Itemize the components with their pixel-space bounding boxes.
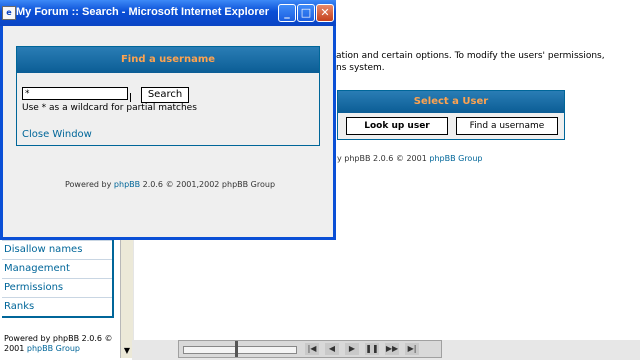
media-seek-track[interactable]	[183, 346, 297, 354]
nav-item-ranks[interactable]: Ranks	[2, 297, 112, 316]
popup-powered-suffix: 2.0.6 © 2001,2002 phpBB Group	[140, 180, 276, 189]
popup-body: Find a username * Search Use * as a wild…	[3, 26, 333, 237]
nav-item-permissions[interactable]: Permissions	[2, 278, 112, 297]
look-up-user-button[interactable]: Look up user	[346, 117, 448, 135]
username-search-input[interactable]: *	[22, 87, 128, 100]
nav-item-disallow-names[interactable]: Disallow names	[2, 240, 112, 259]
nav-powered-line: Powered by phpBB 2.0.6 ©	[4, 334, 113, 343]
nav-powered-by: Powered by phpBB 2.0.6 © 2001 phpBB Grou…	[4, 334, 113, 354]
find-username-panel: Find a username * Search Use * as a wild…	[16, 46, 320, 146]
minimize-button[interactable]: _	[278, 4, 296, 22]
window-titlebar[interactable]: e My Forum :: Search - Microsoft Interne…	[0, 0, 336, 26]
skip-forward-icon[interactable]: ▶|	[405, 343, 419, 355]
media-seek-thumb[interactable]	[235, 341, 238, 357]
pause-icon[interactable]: ❚❚	[365, 343, 379, 355]
media-player-bar: |◀ ◀ ▶ ❚❚ ▶▶ ▶|	[178, 340, 442, 358]
find-a-username-button[interactable]: Find a username	[456, 117, 558, 135]
window-title: My Forum :: Search - Microsoft Internet …	[16, 6, 270, 18]
select-user-panel: Select a User Look up user Find a userna…	[337, 90, 565, 140]
fast-forward-icon[interactable]: ▶▶	[385, 343, 399, 355]
popup-powered-by: Powered by phpBB 2.0.6 © 2001,2002 phpBB…	[65, 180, 275, 189]
nav-powered-line: 2001 phpBB Group	[4, 344, 113, 354]
rewind-icon[interactable]: ◀	[325, 343, 339, 355]
phpbb-link[interactable]: phpBB	[114, 180, 140, 189]
find-username-heading: Find a username	[17, 47, 319, 73]
mouse-cursor-icon	[130, 93, 131, 102]
play-icon[interactable]: ▶	[345, 343, 359, 355]
skip-back-icon[interactable]: |◀	[305, 343, 319, 355]
media-controls: |◀ ◀ ▶ ❚❚ ▶▶ ▶|	[305, 343, 419, 355]
maximize-button[interactable]: □	[297, 4, 315, 22]
find-username-form: * Search Use * as a wildcard for partial…	[17, 73, 319, 145]
page-description: ation and certain options. To modify the…	[336, 50, 636, 74]
nav-powered-year: 2001	[4, 344, 27, 353]
nav-scrollbar[interactable]: ▼	[120, 230, 133, 358]
nav-menu: Disallow names Management Permissions Ra…	[2, 240, 114, 318]
description-line: ns system.	[336, 63, 385, 73]
search-button[interactable]: Search	[141, 87, 189, 103]
popup-powered-prefix: Powered by	[65, 180, 114, 189]
close-window-link[interactable]: Close Window	[22, 129, 92, 140]
search-popup-window: e My Forum :: Search - Microsoft Interne…	[0, 0, 336, 240]
admin-powered-by: y phpBB 2.0.6 © 2001 phpBB Group	[337, 154, 482, 163]
phpbb-group-link[interactable]: phpBB Group	[429, 154, 482, 163]
nav-phpbb-group-link[interactable]: phpBB Group	[27, 344, 80, 353]
nav-item-management[interactable]: Management	[2, 259, 112, 278]
scroll-down-arrow-icon[interactable]: ▼	[122, 346, 132, 356]
wildcard-hint: Use * as a wildcard for partial matches	[22, 103, 197, 113]
close-button[interactable]: ✕	[316, 4, 334, 22]
select-user-heading: Select a User	[338, 91, 564, 113]
description-line: ation and certain options. To modify the…	[336, 51, 605, 61]
ie-page-icon: e	[2, 6, 16, 20]
powered-text: y phpBB 2.0.6 © 2001	[337, 154, 430, 163]
